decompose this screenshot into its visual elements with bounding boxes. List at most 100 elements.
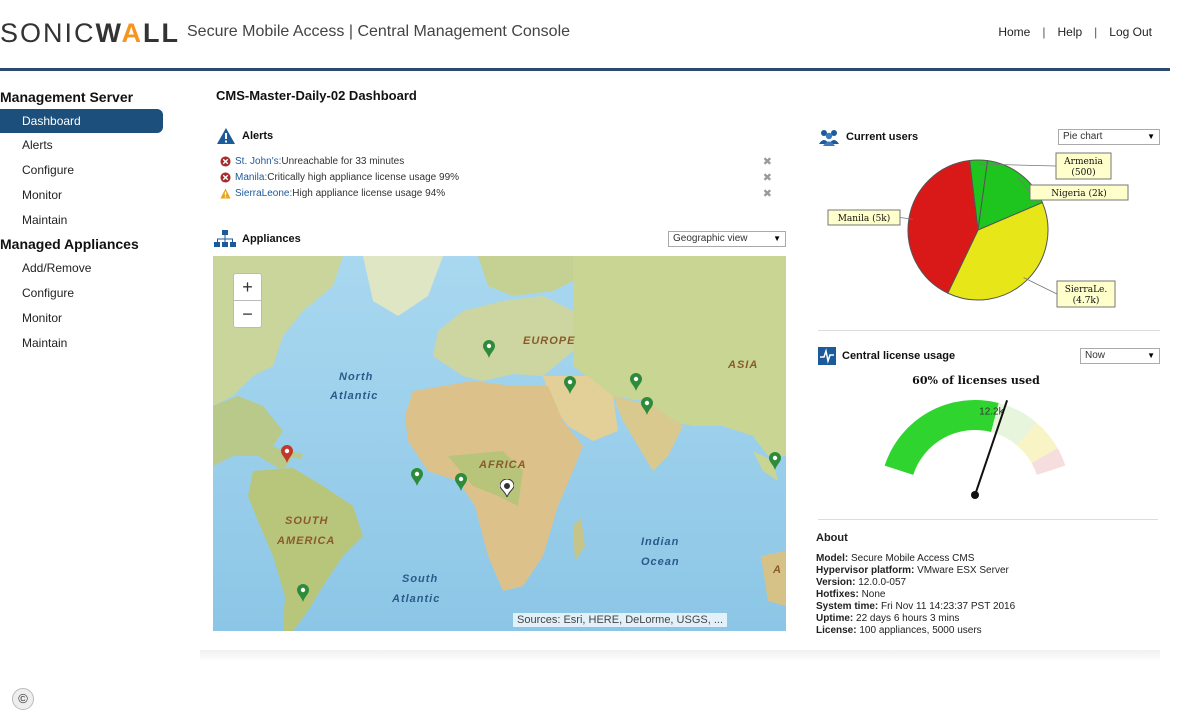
dismiss-alert-icon[interactable]: ✖	[763, 171, 772, 184]
about-value: Secure Mobile Access CMS	[848, 553, 975, 564]
about-title: About	[816, 532, 848, 544]
current-users-pie-chart: Armenia(500) Nigeria (2k) SierraLe.(4.7k) M…	[827, 152, 1129, 308]
sidebar-item-appliance-maintain[interactable]: Maintain	[0, 331, 170, 356]
sidebar-item-maintain[interactable]: Maintain	[0, 208, 170, 233]
alert-site[interactable]: SierraLeone:	[235, 188, 292, 199]
map-pin-selected-icon[interactable]	[500, 479, 514, 497]
map-pin-ok-icon[interactable]	[411, 468, 423, 486]
dismiss-alert-icon[interactable]: ✖	[763, 155, 772, 168]
warning-triangle-icon	[217, 128, 235, 144]
map-view-select-value: Geographic view	[673, 233, 748, 244]
about-value: 22 days 6 hours 3 mins	[853, 613, 960, 624]
about-row-system-time: System time: Fri Nov 11 14:23:37 PST 201…	[816, 601, 1015, 613]
about-value: None	[858, 589, 886, 600]
pie-data-label: SierraLe.	[1065, 285, 1108, 295]
chart-type-select-value: Pie chart	[1063, 131, 1103, 142]
alerts-title: Alerts	[242, 130, 274, 142]
about-row-uptime: Uptime: 22 days 6 hours 3 mins	[816, 613, 1015, 625]
license-usage-header: Central license usage Now ▼	[818, 347, 1160, 365]
about-value: 12.0.0-057	[855, 577, 907, 588]
dismiss-alert-icon[interactable]: ✖	[763, 187, 772, 200]
map-attribution: Sources: Esri, HERE, DeLorme, USGS, ...	[513, 613, 728, 627]
map-pin-ok-icon[interactable]	[564, 376, 576, 394]
current-users-title: Current users	[846, 131, 919, 143]
sidebar-item-configure[interactable]: Configure	[0, 158, 170, 183]
logo-text-a: A	[121, 18, 144, 48]
map-label-north: North	[339, 371, 374, 383]
pie-data-label: Manila (5k)	[838, 213, 891, 224]
map-label-africa: AFRICA	[479, 459, 527, 471]
activity-chart-icon	[818, 347, 836, 365]
about-key: Uptime:	[816, 613, 854, 624]
logout-link[interactable]: Log Out	[1097, 25, 1164, 39]
zoom-out-button[interactable]: −	[234, 300, 261, 327]
copyright-icon: ©	[12, 688, 34, 710]
license-period-select-value: Now	[1085, 350, 1106, 361]
sidebar-section-management-server: Management Server	[0, 89, 134, 105]
chevron-down-icon: ▼	[1147, 351, 1155, 360]
pie-data-label: Nigeria (2k)	[1051, 188, 1106, 199]
map-zoom-control: + −	[233, 273, 262, 328]
map-pin-ok-icon[interactable]	[630, 373, 642, 391]
chevron-down-icon: ▼	[1147, 132, 1155, 141]
about-value: 100 appliances, 5000 users	[856, 625, 982, 636]
chevron-down-icon: ▼	[773, 234, 781, 243]
pie-data-label: (500)	[1071, 167, 1095, 178]
map-pin-ok-icon[interactable]	[483, 340, 495, 358]
map-label-america: AMERICA	[277, 535, 336, 547]
help-link[interactable]: Help	[1045, 25, 1094, 39]
sidebar-item-alerts[interactable]: Alerts	[0, 133, 170, 158]
sidebar: Management Server Dashboard Alerts Confi…	[0, 88, 170, 356]
map-pin-ok-icon[interactable]	[769, 452, 781, 470]
map-label-europe: EUROPE	[523, 335, 576, 347]
sonicwall-logo: SONICWALL	[0, 18, 180, 49]
alert-row: Manila: Critically high appliance licens…	[220, 169, 772, 185]
about-key: System time:	[816, 601, 879, 612]
top-nav: Home | Help | Log Out	[986, 25, 1164, 39]
license-usage-gauge: 12.2k	[884, 399, 1066, 499]
map-pin-ok-icon[interactable]	[641, 397, 653, 415]
sidebar-item-monitor[interactable]: Monitor	[0, 183, 170, 208]
current-users-header: Current users Pie chart ▼	[818, 128, 1160, 146]
alert-message: High appliance license usage 94%	[292, 187, 446, 199]
alert-site[interactable]: St. John's:	[235, 156, 281, 167]
alerts-header: Alerts	[216, 127, 772, 145]
map-pin-alert-icon[interactable]	[281, 445, 293, 463]
home-link[interactable]: Home	[986, 25, 1042, 39]
map-label-south-atlantic-2: Atlantic	[392, 593, 441, 605]
license-period-select[interactable]: Now ▼	[1080, 348, 1160, 364]
sidebar-item-add-remove[interactable]: Add/Remove	[0, 256, 170, 281]
alerts-panel: Alerts St. John's: Unreachable for 33 mi…	[216, 127, 772, 201]
pie-label-leader	[1023, 277, 1058, 295]
about-value: Fri Nov 11 14:23:37 PST 2016	[878, 601, 1016, 612]
map-label-asia: ASIA	[728, 359, 759, 371]
network-topology-icon	[214, 230, 236, 247]
about-row-hypervisor: Hypervisor platform: VMware ESX Server	[816, 565, 1015, 577]
section-divider	[818, 330, 1160, 331]
section-divider	[818, 519, 1158, 520]
error-circle-icon	[220, 155, 231, 167]
error-circle-icon	[220, 171, 231, 183]
warning-icon	[220, 187, 231, 199]
sidebar-item-appliance-monitor[interactable]: Monitor	[0, 306, 170, 331]
map-label-atlantic: Atlantic	[330, 390, 379, 402]
license-usage-title: Central license usage	[842, 350, 956, 362]
sidebar-section-managed-appliances: Managed Appliances	[0, 236, 139, 252]
appliance-map[interactable]: EUROPE ASIA North Atlantic AFRICA SOUTH …	[213, 256, 786, 631]
map-label-australia-partial: A	[773, 564, 781, 576]
alert-message: Unreachable for 33 minutes	[281, 155, 405, 167]
sidebar-item-appliance-configure[interactable]: Configure	[0, 281, 170, 306]
users-group-icon	[819, 130, 839, 146]
map-view-select[interactable]: Geographic view ▼	[668, 231, 786, 247]
alert-site[interactable]: Manila:	[235, 172, 267, 183]
logo-text-ll: LL	[143, 18, 181, 48]
chart-type-select[interactable]: Pie chart ▼	[1058, 129, 1160, 145]
about-key: License:	[816, 625, 857, 636]
map-pin-ok-icon[interactable]	[297, 584, 309, 602]
app-title: Secure Mobile Access | Central Managemen…	[187, 23, 571, 40]
gauge-needle-hub	[971, 491, 979, 499]
sidebar-item-dashboard[interactable]: Dashboard	[0, 109, 163, 133]
about-row-model: Model: Secure Mobile Access CMS	[816, 553, 1015, 565]
map-pin-ok-icon[interactable]	[455, 473, 467, 491]
zoom-in-button[interactable]: +	[234, 274, 261, 300]
